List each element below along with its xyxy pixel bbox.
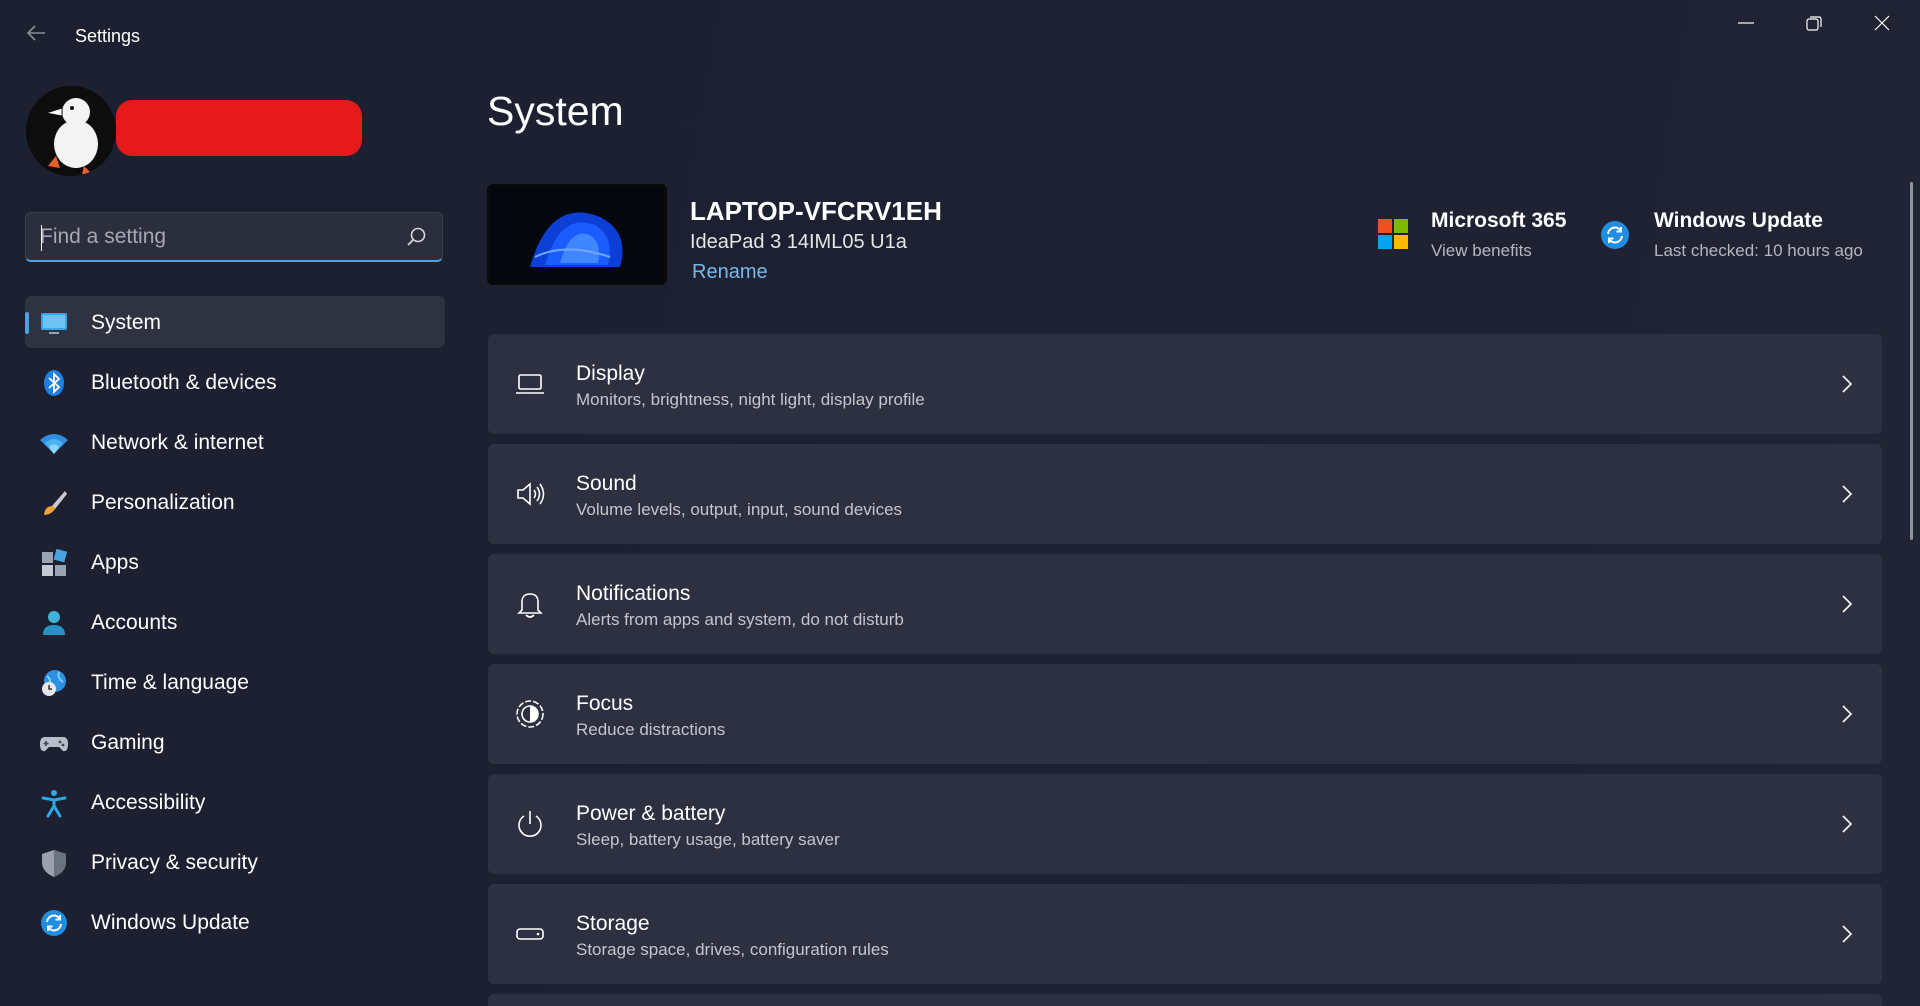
sidebar-item-label: Windows Update bbox=[91, 911, 250, 934]
card-description: Sleep, battery usage, battery saver bbox=[576, 830, 840, 849]
device-wallpaper-thumbnail[interactable] bbox=[487, 184, 667, 285]
sidebar-nav: System Bluetooth & devices Network & int… bbox=[25, 296, 445, 956]
redacted-account-name bbox=[116, 100, 362, 156]
sidebar-item-time-language[interactable]: Time & language bbox=[25, 656, 445, 708]
laptop-icon bbox=[516, 374, 544, 394]
sidebar-item-network[interactable]: Network & internet bbox=[25, 416, 445, 468]
card-power-battery[interactable]: Power & battery Sleep, battery usage, ba… bbox=[488, 774, 1882, 874]
accessibility-icon bbox=[41, 790, 67, 818]
title-bar: Settings bbox=[0, 0, 1920, 70]
card-storage[interactable]: Storage Storage space, drives, configura… bbox=[488, 884, 1882, 984]
sidebar-item-apps[interactable]: Apps bbox=[25, 536, 445, 588]
minimize-icon bbox=[1738, 22, 1754, 24]
windows-bloom-image bbox=[490, 187, 664, 282]
sidebar-item-label: Privacy & security bbox=[91, 851, 258, 874]
sidebar-item-gaming[interactable]: Gaming bbox=[25, 716, 445, 768]
sidebar-item-label: Accessibility bbox=[91, 791, 206, 814]
settings-window: Settings Find a setting System Bluetooth… bbox=[0, 0, 1920, 1006]
microsoft-365-subtitle: View benefits bbox=[1431, 241, 1532, 260]
microsoft-365-link[interactable]: Microsoft 365 bbox=[1431, 209, 1566, 233]
sidebar-item-personalization[interactable]: Personalization bbox=[25, 476, 445, 528]
focus-icon bbox=[516, 700, 544, 728]
paintbrush-icon bbox=[44, 491, 67, 515]
settings-card-list: Display Monitors, brightness, night ligh… bbox=[488, 334, 1882, 1006]
shield-icon bbox=[42, 850, 66, 877]
windows-update-status: Last checked: 10 hours ago bbox=[1654, 241, 1863, 260]
page-title: System bbox=[487, 88, 624, 134]
chevron-right-icon bbox=[1842, 705, 1853, 723]
sidebar-item-label: System bbox=[91, 311, 162, 334]
avatar[interactable] bbox=[26, 86, 116, 176]
chevron-right-icon bbox=[1842, 925, 1853, 943]
monitor-icon bbox=[41, 313, 67, 334]
back-button[interactable] bbox=[22, 22, 50, 50]
chevron-right-icon bbox=[1842, 485, 1853, 503]
card-description: Monitors, brightness, night light, displ… bbox=[576, 390, 925, 409]
card-title: Power & battery bbox=[576, 802, 726, 825]
card-sound[interactable]: Sound Volume levels, output, input, soun… bbox=[488, 444, 1882, 544]
sidebar-item-label: Accounts bbox=[91, 611, 178, 634]
bell-icon bbox=[517, 593, 543, 618]
sidebar-item-label: Apps bbox=[91, 551, 139, 574]
power-icon bbox=[518, 811, 542, 837]
sidebar-item-accounts[interactable]: Accounts bbox=[25, 596, 445, 648]
chevron-right-icon bbox=[1842, 815, 1853, 833]
device-name: LAPTOP-VFCRV1EH bbox=[690, 196, 942, 226]
card-title: Storage bbox=[576, 912, 650, 935]
card-display[interactable]: Display Monitors, brightness, night ligh… bbox=[488, 334, 1882, 434]
main-scrollbar[interactable] bbox=[1910, 182, 1913, 540]
windows-update-link[interactable]: Windows Update bbox=[1654, 209, 1823, 233]
duck-avatar-icon bbox=[26, 86, 116, 176]
refresh-icon bbox=[41, 910, 67, 936]
card-title: Sound bbox=[576, 472, 637, 495]
speaker-icon bbox=[517, 482, 545, 506]
card-title: Focus bbox=[576, 692, 634, 715]
sidebar-item-label: Bluetooth & devices bbox=[91, 371, 277, 394]
rename-link[interactable]: Rename bbox=[692, 261, 768, 284]
device-model: IdeaPad 3 14IML05 U1a bbox=[690, 231, 907, 253]
sidebar-item-system[interactable]: System bbox=[25, 296, 445, 348]
apps-icon bbox=[42, 548, 68, 576]
sidebar-item-accessibility[interactable]: Accessibility bbox=[25, 776, 445, 828]
sidebar-item-label: Personalization bbox=[91, 491, 235, 514]
bluetooth-icon bbox=[44, 370, 64, 396]
windows-update-icon[interactable] bbox=[1600, 220, 1630, 250]
microsoft-logo-icon[interactable] bbox=[1378, 219, 1408, 249]
card-description: Reduce distractions bbox=[576, 720, 726, 739]
globe-clock-icon bbox=[42, 670, 66, 696]
sidebar-item-windows-update[interactable]: Windows Update bbox=[25, 896, 445, 948]
sidebar-item-label: Time & language bbox=[91, 671, 249, 694]
search-input[interactable] bbox=[40, 223, 390, 251]
person-icon bbox=[43, 611, 65, 635]
card-description: Alerts from apps and system, do not dist… bbox=[576, 610, 904, 629]
active-indicator bbox=[25, 312, 29, 334]
card-focus[interactable]: Focus Reduce distractions bbox=[488, 664, 1882, 764]
sidebar-item-bluetooth[interactable]: Bluetooth & devices bbox=[25, 356, 445, 408]
restore-button[interactable] bbox=[1790, 8, 1840, 38]
storage-icon bbox=[516, 928, 544, 940]
card-title: Display bbox=[576, 362, 645, 385]
card-notifications[interactable]: Notifications Alerts from apps and syste… bbox=[488, 554, 1882, 654]
chevron-right-icon bbox=[1842, 595, 1853, 613]
restore-icon bbox=[1806, 16, 1822, 31]
text-caret bbox=[41, 225, 42, 251]
app-title: Settings bbox=[75, 26, 141, 46]
sidebar-item-privacy-security[interactable]: Privacy & security bbox=[25, 836, 445, 888]
chevron-right-icon bbox=[1842, 375, 1853, 393]
wifi-icon bbox=[40, 434, 68, 454]
sidebar-item-label: Network & internet bbox=[91, 431, 264, 454]
card-next-partial[interactable] bbox=[488, 994, 1882, 1006]
close-button[interactable] bbox=[1858, 8, 1908, 38]
card-description: Storage space, drives, configuration rul… bbox=[576, 940, 889, 959]
minimize-button[interactable] bbox=[1722, 8, 1772, 38]
gamepad-icon bbox=[40, 737, 68, 752]
card-description: Volume levels, output, input, sound devi… bbox=[576, 500, 903, 519]
search-icon[interactable] bbox=[406, 226, 428, 248]
card-title: Notifications bbox=[576, 582, 691, 605]
search-box[interactable] bbox=[25, 212, 443, 262]
back-arrow-icon bbox=[26, 25, 45, 41]
close-icon bbox=[1874, 15, 1890, 31]
sidebar-item-label: Gaming bbox=[91, 731, 165, 754]
